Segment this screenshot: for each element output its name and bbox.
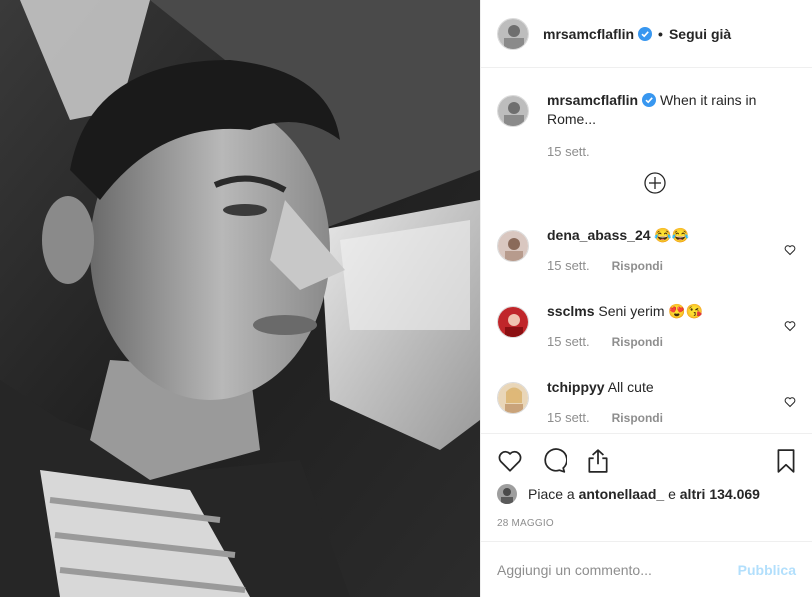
comment-text: 😂😂 <box>654 227 690 243</box>
liker-avatar[interactable] <box>497 484 517 504</box>
reply-button[interactable]: Rispondi <box>612 411 663 425</box>
likes-others[interactable]: altri 134.069 <box>680 486 760 502</box>
post-header: mrsamcflaflin • Segui già <box>481 0 812 68</box>
plus-circle-icon[interactable] <box>644 172 666 194</box>
post-date[interactable]: 28 MAGGIO <box>497 518 554 529</box>
commenter-username[interactable]: tchippyy <box>547 379 605 395</box>
comments-list[interactable]: mrsamcflaflin When it rains in Rome... 1… <box>481 69 812 433</box>
following-button[interactable]: Segui già <box>669 26 731 42</box>
verified-badge-icon <box>642 93 657 107</box>
heart-icon[interactable] <box>784 320 796 332</box>
comment-time[interactable]: 15 sett. <box>547 258 590 273</box>
likes-middle: e <box>668 486 676 502</box>
liker-username[interactable]: antonellaad_ <box>579 486 665 502</box>
post-photo[interactable] <box>0 0 480 597</box>
commenter-avatar[interactable] <box>497 306 529 338</box>
add-comment-bar: Pubblica <box>481 541 812 597</box>
caption-username[interactable]: mrsamcflaflin <box>547 92 638 108</box>
commenter-avatar[interactable] <box>497 382 529 414</box>
comment-time[interactable]: 15 sett. <box>547 334 590 349</box>
comment-item: dena_abass_24 😂😂 15 sett. Rispondi <box>497 226 796 273</box>
comment-text: All cute <box>607 379 654 395</box>
commenter-avatar[interactable] <box>497 230 529 262</box>
comment-icon[interactable] <box>541 448 567 474</box>
author-username[interactable]: mrsamcflaflin <box>543 26 634 42</box>
likes-prefix: Piace a <box>528 486 575 502</box>
caption-avatar[interactable] <box>497 95 529 127</box>
commenter-username[interactable]: ssclms <box>547 303 594 319</box>
heart-icon[interactable] <box>784 244 796 256</box>
heart-icon[interactable] <box>784 396 796 408</box>
share-icon[interactable] <box>585 448 611 474</box>
comment-text: Seni yerim 😍😘 <box>598 303 704 319</box>
comment-time[interactable]: 15 sett. <box>547 410 590 425</box>
caption-text-block: mrsamcflaflin When it rains in Rome... <box>547 91 796 129</box>
post-panel: mrsamcflaflin • Segui già mrsamcflaflin … <box>480 0 812 597</box>
author-avatar[interactable] <box>497 17 529 50</box>
publish-button[interactable]: Pubblica <box>738 562 796 578</box>
likes-summary: Piace a antonellaad_ e altri 134.069 <box>497 484 796 504</box>
header-separator: • <box>658 25 663 42</box>
comment-input[interactable] <box>497 561 738 578</box>
bookmark-icon[interactable] <box>773 448 799 474</box>
reply-button[interactable]: Rispondi <box>612 259 663 273</box>
comment-item: ssclms Seni yerim 😍😘 15 sett. Rispondi <box>497 302 796 349</box>
verified-badge-icon <box>638 26 653 41</box>
comment-item: tchippyy All cute 15 sett. Rispondi <box>497 378 796 425</box>
caption: mrsamcflaflin When it rains in Rome... 1… <box>497 91 796 159</box>
photo-image <box>0 0 480 597</box>
action-bar <box>481 433 812 489</box>
reply-button[interactable]: Rispondi <box>612 335 663 349</box>
caption-time[interactable]: 15 sett. <box>547 144 590 159</box>
heart-icon[interactable] <box>497 448 523 474</box>
commenter-username[interactable]: dena_abass_24 <box>547 227 651 243</box>
